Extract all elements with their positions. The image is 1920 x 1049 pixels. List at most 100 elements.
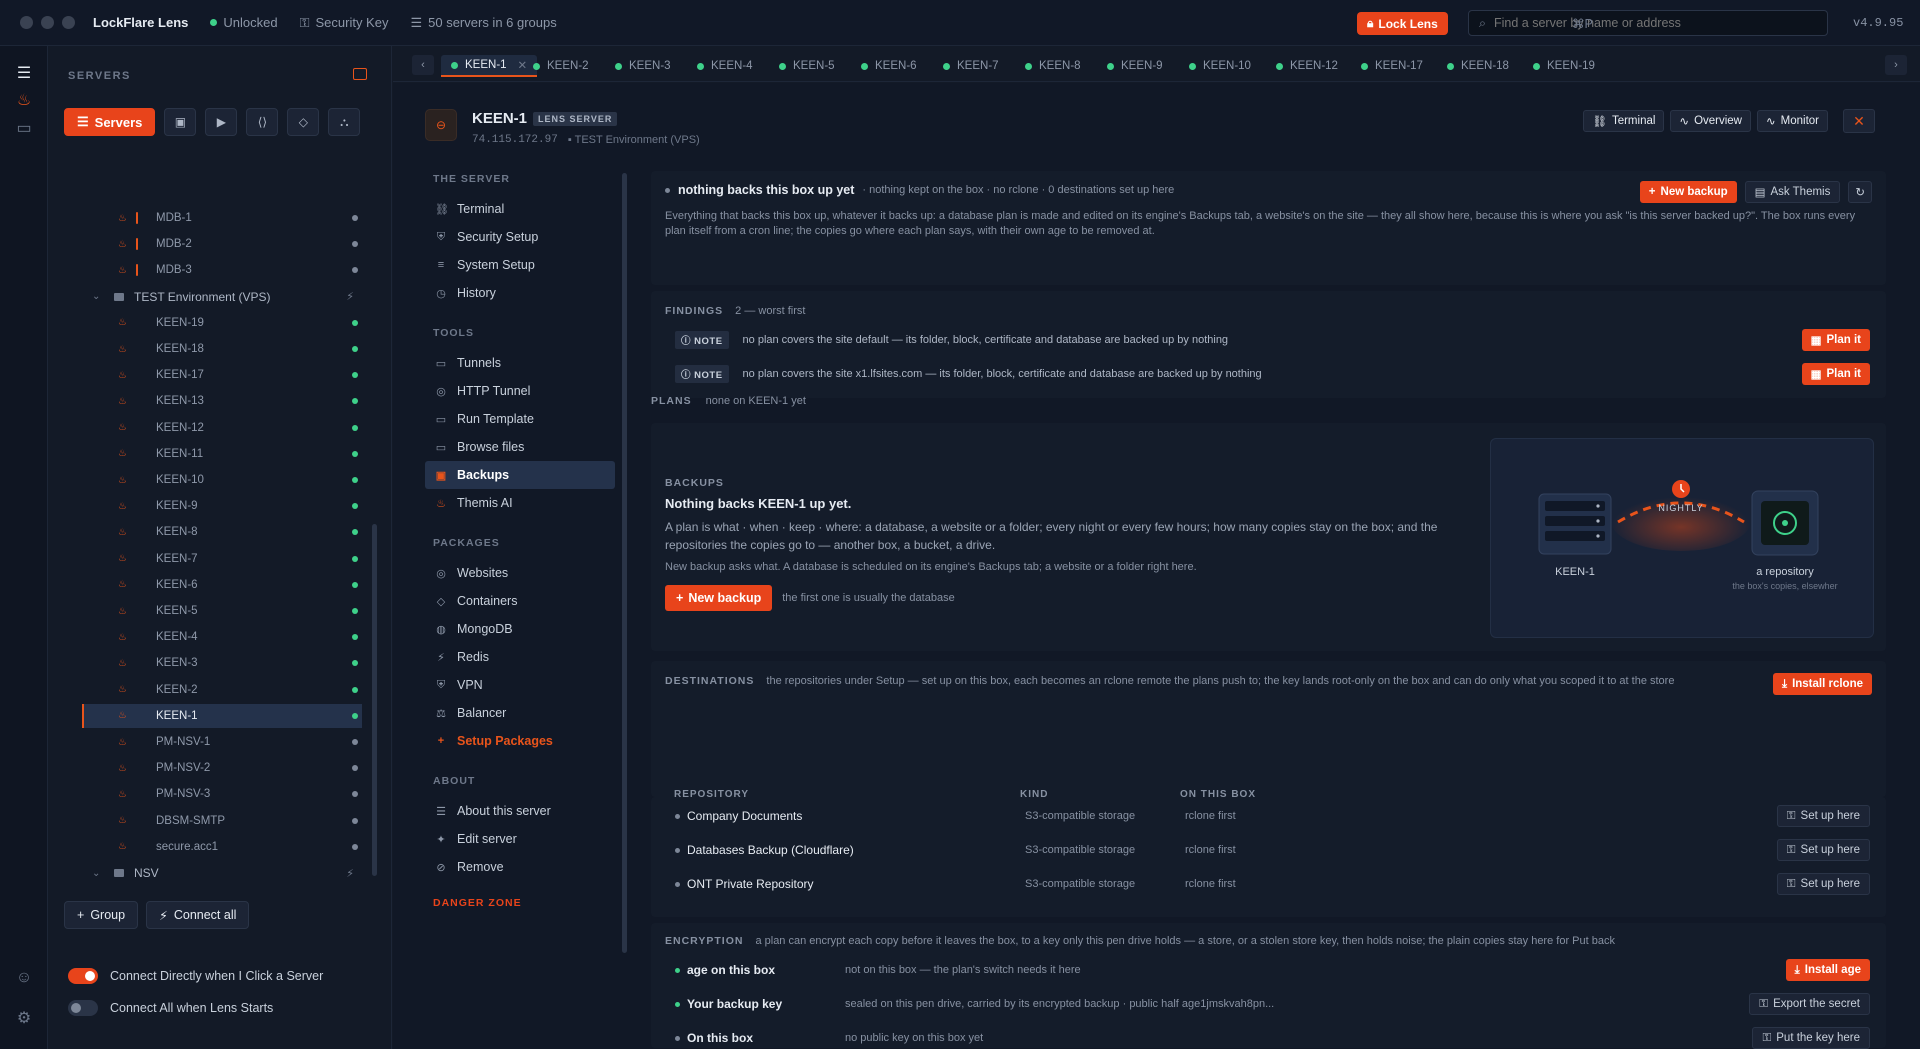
server-item[interactable]: ♨ KEEN-17 <box>84 363 362 387</box>
server-item[interactable]: ♨ KEEN-1 <box>82 703 362 728</box>
set-up-here-button[interactable]: ⚿ Set up here <box>1776 873 1870 895</box>
tabs-scroll-right[interactable]: › <box>1885 55 1907 75</box>
menu-item-run-template[interactable]: ▭ Run Template <box>425 405 615 433</box>
server-item[interactable]: ♨ PM-NSV-3 <box>84 782 362 806</box>
server-item[interactable]: ♨ KEEN-10 <box>84 468 362 492</box>
toggle-connect-all[interactable]: Connect All when Lens Starts <box>68 1000 273 1016</box>
tab-keen-4[interactable]: KEEN-4 <box>687 55 763 77</box>
bolt-icon[interactable]: ⚡︎ <box>346 867 354 879</box>
sidebar-scrollbar[interactable] <box>372 524 377 876</box>
menu-item-about-this-server[interactable]: ☰ About this server <box>425 797 615 825</box>
sidebar-collapse-icon[interactable] <box>353 68 367 80</box>
code-view-button[interactable]: ⟨⟩ <box>246 108 279 136</box>
servers-view-button[interactable]: ☰ Servers <box>64 108 156 136</box>
new-backup-top-button[interactable]: + New backup <box>1639 181 1737 203</box>
menu-item-remove[interactable]: ⊘ Remove <box>425 853 615 881</box>
menu-item-mongodb[interactable]: ◍ MongoDB <box>425 615 615 643</box>
window-minimize-control[interactable] <box>41 16 54 29</box>
install-rclone-button[interactable]: ⤓ Install rclone <box>1772 673 1872 695</box>
server-item[interactable]: ♨ KEEN-19 <box>84 311 362 335</box>
menu-item-vpn[interactable]: ⛨ VPN <box>425 671 615 699</box>
encryption-action-button[interactable]: ⤓ Install age <box>1785 959 1870 981</box>
close-server-button[interactable]: ✕ <box>1843 109 1875 133</box>
security-key-indicator[interactable]: ⚿ Security Key <box>300 15 389 31</box>
users-rail-icon[interactable]: ☺ <box>12 966 36 990</box>
server-group[interactable]: ⌄ TEST Environment (VPS) ⚡︎ <box>84 285 362 309</box>
server-item[interactable]: ♨ KEEN-3 <box>84 651 362 675</box>
menu-item-balancer[interactable]: ⚖ Balancer <box>425 699 615 727</box>
tab-keen-2[interactable]: KEEN-2 <box>523 55 599 77</box>
server-item[interactable]: ♨ KEEN-6 <box>84 573 362 597</box>
menu-item-themis-ai[interactable]: ♨ Themis AI <box>425 489 615 517</box>
new-backup-button[interactable]: + New backup <box>665 585 773 611</box>
server-item[interactable]: ♨ KEEN-2 <box>84 678 362 702</box>
menu-scrollbar[interactable] <box>622 173 627 953</box>
menu-item-browse-files[interactable]: ▭ Browse files <box>425 433 615 461</box>
server-item[interactable]: ♨ KEEN-8 <box>84 520 362 544</box>
server-item[interactable]: ♨ DBSM-SMTP <box>84 809 362 833</box>
server-item[interactable]: ♨ MDB-2 <box>84 232 362 256</box>
package-view-button[interactable]: ◇ <box>287 108 320 136</box>
monitor-button[interactable]: ∿ Monitor <box>1757 110 1828 132</box>
server-item[interactable]: ♨ PM-NSV-2 <box>84 756 362 780</box>
chevron-down-icon[interactable]: ⌄ <box>92 291 106 302</box>
menu-item-tunnels[interactable]: ▭ Tunnels <box>425 349 615 377</box>
add-group-button[interactable]: + Group <box>64 901 139 929</box>
encryption-action-button[interactable]: ⚿ Export the secret <box>1749 993 1870 1015</box>
menu-item-history[interactable]: ◷ History <box>425 279 615 307</box>
connect-all-button[interactable]: ⚡︎ Connect all <box>146 901 250 929</box>
ask-themis-button[interactable]: ▤ Ask Themis <box>1744 181 1841 203</box>
server-item[interactable]: ♨ KEEN-5 <box>84 599 362 623</box>
lock-lens-button[interactable]: 🔒︎ Lock Lens <box>1357 12 1448 35</box>
folder-rail-icon[interactable]: ▭ <box>12 116 36 140</box>
tab-keen-12[interactable]: KEEN-12 <box>1266 55 1348 77</box>
server-group[interactable]: ⌄ NSV ⚡︎ <box>84 861 362 878</box>
server-item[interactable]: ♨ secure.acc1 <box>84 835 362 859</box>
server-item[interactable]: ♨ PM-NSV-1 <box>84 730 362 754</box>
connect-direct-switch[interactable] <box>68 968 98 984</box>
tab-keen-5[interactable]: KEEN-5 <box>769 55 845 77</box>
refresh-button[interactable]: ↻ <box>1848 181 1872 203</box>
toggle-connect-direct[interactable]: Connect Directly when I Click a Server <box>68 968 323 984</box>
window-zoom-control[interactable] <box>62 16 75 29</box>
chevron-down-icon[interactable]: ⌄ <box>92 868 106 879</box>
plan-it-button[interactable]: ▦ Plan it <box>1801 329 1870 351</box>
set-up-here-button[interactable]: ⚿ Set up here <box>1776 805 1870 827</box>
encryption-action-button[interactable]: ⚿ Put the key here <box>1752 1027 1870 1049</box>
tab-keen-6[interactable]: KEEN-6 <box>851 55 927 77</box>
menu-item-websites[interactable]: ◎ Websites <box>425 559 615 587</box>
menu-item-system-setup[interactable]: ≡ System Setup <box>425 251 615 279</box>
server-item[interactable]: ♨ KEEN-13 <box>84 389 362 413</box>
servers-rail-icon[interactable]: ☰ <box>12 61 36 85</box>
server-item[interactable]: ♨ MDB-3 <box>84 258 362 282</box>
tab-keen-3[interactable]: KEEN-3 <box>605 55 681 77</box>
server-item[interactable]: ♨ MDB-1 <box>84 206 362 230</box>
menu-item-redis[interactable]: ⚡︎ Redis <box>425 643 615 671</box>
menu-item-http-tunnel[interactable]: ◎ HTTP Tunnel <box>425 377 615 405</box>
server-search[interactable]: ⌕ ⌘P <box>1468 10 1828 36</box>
tab-keen-19[interactable]: KEEN-19 <box>1523 55 1605 77</box>
tab-keen-17[interactable]: KEEN-17 <box>1351 55 1433 77</box>
menu-item-containers[interactable]: ◇ Containers <box>425 587 615 615</box>
menu-item-edit-server[interactable]: ✦ Edit server <box>425 825 615 853</box>
plan-it-button[interactable]: ▦ Plan it <box>1801 363 1870 385</box>
flame-rail-icon[interactable]: ♨ <box>12 88 36 112</box>
connect-all-switch[interactable] <box>68 1000 98 1016</box>
tab-keen-8[interactable]: KEEN-8 <box>1015 55 1091 77</box>
run-view-button[interactable]: ▶ <box>205 108 238 136</box>
terminal-view-button[interactable]: ▣ <box>164 108 197 136</box>
menu-item-setup-packages[interactable]: + Setup Packages <box>425 727 615 755</box>
server-item[interactable]: ♨ KEEN-12 <box>84 416 362 440</box>
menu-item-backups[interactable]: ▣ Backups <box>425 461 615 489</box>
tab-keen-18[interactable]: KEEN-18 <box>1437 55 1519 77</box>
server-item[interactable]: ♨ KEEN-18 <box>84 337 362 361</box>
server-item[interactable]: ♨ KEEN-7 <box>84 547 362 571</box>
gear-icon[interactable]: ⚙ <box>12 1006 36 1030</box>
bolt-icon[interactable]: ⚡︎ <box>346 290 354 303</box>
server-item[interactable]: ♨ KEEN-4 <box>84 625 362 649</box>
search-input[interactable] <box>1494 16 1795 30</box>
server-item[interactable]: ♨ KEEN-9 <box>84 494 362 518</box>
window-close-control[interactable] <box>20 16 33 29</box>
server-item[interactable]: ♨ KEEN-11 <box>84 442 362 466</box>
tab-keen-10[interactable]: KEEN-10 <box>1179 55 1261 77</box>
